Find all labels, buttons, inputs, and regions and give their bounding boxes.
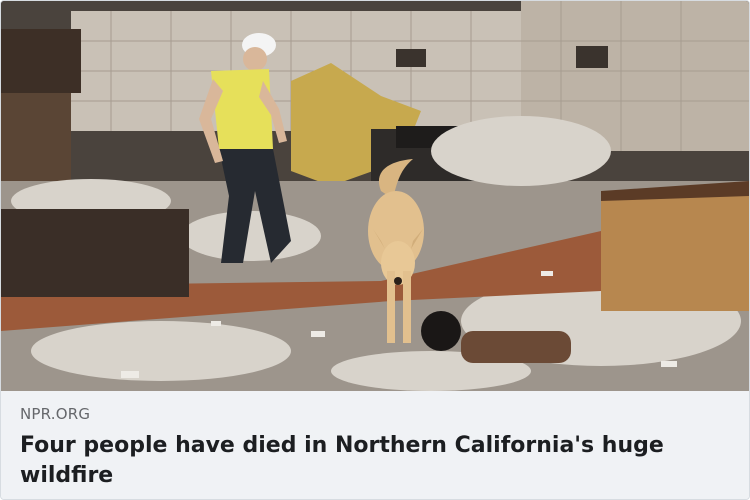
preview-meta[interactable]: NPR.ORG Four people have died in Norther…: [1, 391, 749, 499]
headline[interactable]: Four people have died in Northern Califo…: [20, 431, 731, 491]
link-preview-card[interactable]: NPR.ORG Four people have died in Norther…: [0, 0, 750, 500]
source-domain: NPR.ORG: [20, 405, 91, 423]
wildfire-ruins-photo: [1, 1, 749, 391]
preview-image[interactable]: [1, 1, 749, 391]
